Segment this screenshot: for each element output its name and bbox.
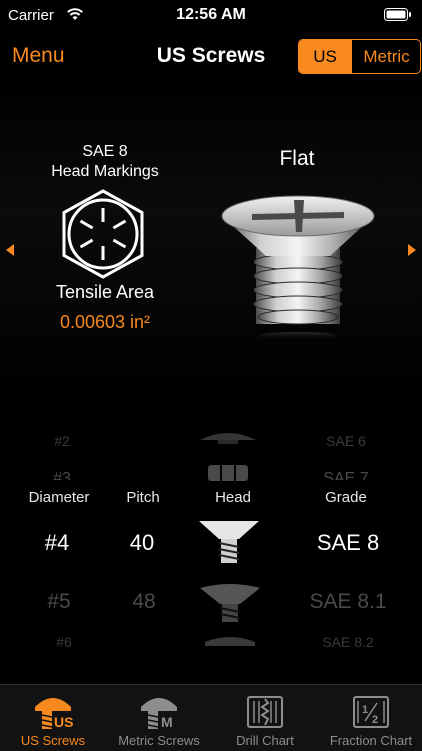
column-header-diameter: Diameter (28, 489, 90, 506)
column-header-pitch: Pitch (126, 489, 160, 506)
round-head-icon[interactable] (196, 428, 260, 449)
svg-text:2: 2 (372, 714, 378, 726)
head-markings-label: Head Markings (51, 163, 159, 180)
oval-head-icon[interactable] (198, 582, 262, 629)
grade-title: SAE 8 (82, 143, 128, 160)
grade-option[interactable]: SAE 7 (296, 470, 396, 480)
drill-chart-icon (245, 693, 285, 734)
square-head-icon[interactable] (206, 463, 250, 488)
tensile-area-label: Tensile Area (55, 282, 155, 302)
grade-selected[interactable]: SAE 8 (296, 530, 400, 556)
segment-us[interactable]: US (299, 40, 351, 73)
svg-text:1: 1 (362, 704, 368, 716)
svg-text:US: US (54, 714, 73, 729)
diameter-option[interactable]: #3 (22, 470, 102, 480)
segment-metric[interactable]: Metric (351, 40, 420, 73)
diameter-option[interactable]: #6 (24, 634, 104, 650)
column-header-grade: Grade (325, 489, 367, 506)
svg-text:M: M (161, 714, 173, 729)
pan-head-icon[interactable] (203, 632, 257, 653)
pitch-selected[interactable]: 40 (102, 530, 182, 556)
column-header-head: Head (215, 489, 251, 506)
tab-fraction-chart[interactable]: 1 2 Fraction Chart (318, 685, 422, 751)
diameter-selected[interactable]: #4 (17, 530, 97, 556)
tab-drill-chart[interactable]: Drill Chart (212, 685, 318, 751)
tab-label: US Screws (20, 733, 86, 748)
tab-label: Metric Screws (118, 733, 200, 748)
us-screw-icon: US (33, 693, 73, 734)
flat-head-screw-image (218, 190, 378, 345)
grade-option[interactable]: SAE 8.1 (296, 590, 400, 614)
grade-option[interactable]: SAE 8.2 (296, 634, 400, 650)
head-marking-hex-icon (60, 188, 146, 285)
navigation-bar: Menu US Screws US Metric (0, 33, 422, 83)
diameter-option[interactable]: #2 (22, 433, 102, 449)
head-type-title: Flat (279, 147, 315, 170)
grade-option[interactable]: SAE 6 (296, 433, 396, 449)
next-arrow-icon[interactable] (408, 244, 416, 256)
metric-screw-icon: M (139, 693, 179, 734)
unit-segmented-control: US Metric (298, 39, 421, 74)
tab-us-screws[interactable]: US US Screws (0, 685, 106, 751)
flat-head-icon[interactable] (197, 519, 261, 570)
tab-label: Drill Chart (236, 733, 294, 748)
pitch-option[interactable]: 48 (104, 590, 184, 614)
status-bar: Carrier 12:56 AM (0, 0, 422, 32)
tab-bar: US US Screws M Metric Screws Drill Chart… (0, 684, 422, 751)
tensile-area-value: 0.00603 in² (59, 312, 151, 332)
status-clock: 12:56 AM (176, 6, 246, 23)
fraction-chart-icon: 1 2 (351, 693, 391, 734)
battery-icon (384, 8, 412, 26)
diameter-option[interactable]: #5 (19, 590, 99, 614)
tab-label: Fraction Chart (329, 733, 413, 748)
tab-metric-screws[interactable]: M Metric Screws (106, 685, 212, 751)
previous-arrow-icon[interactable] (6, 244, 14, 256)
